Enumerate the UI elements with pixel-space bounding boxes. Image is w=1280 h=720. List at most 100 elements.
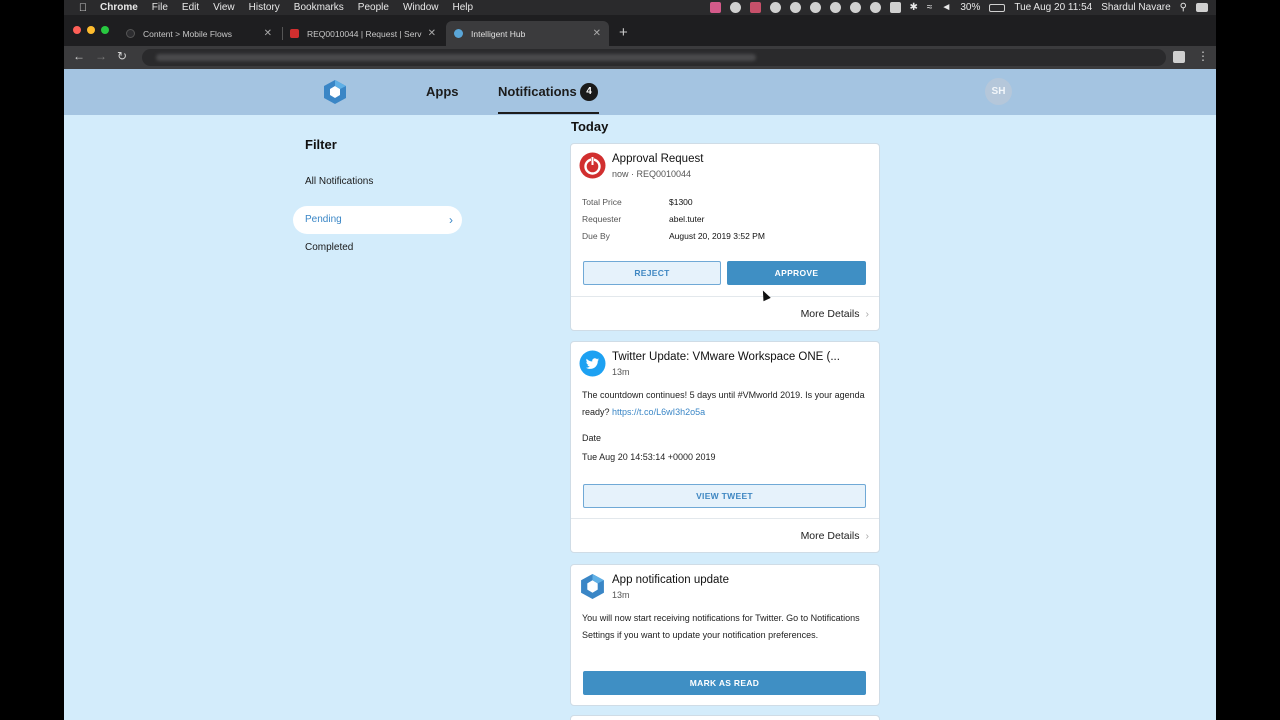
menu-app-name[interactable]: Chrome: [100, 2, 138, 13]
date-label: Date: [582, 433, 602, 443]
tray-app-icon[interactable]: [769, 2, 781, 13]
workspace-one-logo-icon: [581, 574, 604, 599]
tab-title: REQ0010044 | Request | ServiceNow: [307, 28, 422, 39]
status-tray: ✱ ≈ ◄ 30% Tue Aug 20 11:54 Shardul Navar…: [709, 2, 1216, 13]
section-today-heading: Today: [571, 119, 609, 134]
menu-help[interactable]: Help: [453, 2, 474, 13]
field-value: $1300: [669, 197, 693, 207]
back-icon[interactable]: ←: [73, 49, 85, 63]
notification-text: You will now start receiving notificatio…: [582, 613, 860, 640]
time-machine-icon[interactable]: [869, 2, 881, 13]
forward-icon[interactable]: →: [95, 49, 107, 63]
close-tab-icon[interactable]: ✕: [264, 28, 272, 39]
address-bar[interactable]: [142, 49, 1166, 66]
reject-button[interactable]: REJECT: [583, 261, 721, 285]
tray-app-icon[interactable]: [749, 2, 761, 13]
more-details-label: More Details: [800, 308, 860, 320]
close-tab-icon[interactable]: ✕: [428, 28, 436, 39]
extension-icon[interactable]: [1173, 51, 1185, 63]
more-details-label: More Details: [800, 530, 860, 542]
filter-completed[interactable]: Completed: [293, 234, 462, 262]
field-label: Requester: [582, 214, 622, 224]
volume-icon[interactable]: ◄: [941, 2, 951, 13]
tray-app-icon[interactable]: [829, 2, 841, 13]
tray-app-icon[interactable]: [789, 2, 801, 13]
tab-intelligent-hub[interactable]: Intelligent Hub ✕: [446, 21, 609, 46]
apple-icon[interactable]: : [76, 2, 90, 14]
battery-icon[interactable]: [989, 3, 1006, 12]
field-label: Due By: [582, 231, 610, 241]
tab-title: Content > Mobile Flows: [143, 28, 233, 39]
user-avatar[interactable]: SH: [985, 78, 1012, 105]
tray-app-icon[interactable]: [709, 2, 721, 13]
workspace-one-logo-icon[interactable]: [322, 79, 348, 105]
tab-apps[interactable]: Apps: [426, 84, 459, 99]
close-tab-icon[interactable]: ✕: [593, 28, 601, 39]
menu-people[interactable]: People: [358, 2, 389, 13]
mac-menu-bar:  Chrome File Edit View History Bookmark…: [64, 0, 1216, 15]
menu-clock[interactable]: Tue Aug 20 11:54: [1014, 2, 1092, 13]
card-title: App notification update: [612, 574, 730, 586]
tab-notifications[interactable]: Notifications: [498, 84, 577, 99]
app-notification-card: App notification update 13m You will now…: [570, 564, 880, 706]
menu-bookmarks[interactable]: Bookmarks: [294, 2, 344, 13]
browser-menu-icon[interactable]: ⋮: [1197, 49, 1209, 63]
filter-heading: Filter: [305, 137, 337, 152]
approve-button[interactable]: APPROVE: [727, 261, 866, 285]
menu-view[interactable]: View: [213, 2, 235, 13]
tab-mobile-flows[interactable]: Content > Mobile Flows ✕: [118, 21, 280, 46]
filter-pending[interactable]: Pending ›: [293, 206, 462, 234]
twitter-bird-icon: [579, 350, 606, 377]
close-window-icon[interactable]: [73, 26, 81, 34]
tray-app-icon[interactable]: [729, 2, 741, 13]
bluetooth-icon[interactable]: ✱: [910, 2, 918, 13]
more-details-link[interactable]: More Details ›: [801, 530, 869, 542]
field-value: abel.tuter: [669, 214, 705, 224]
hub-favicon-icon: [454, 29, 463, 38]
tray-app-icon[interactable]: [809, 2, 821, 13]
menu-edit[interactable]: Edit: [182, 2, 199, 13]
wifi-icon[interactable]: ≈: [927, 2, 933, 13]
date-value: Tue Aug 20 14:53:14 +0000 2019: [582, 452, 716, 462]
menu-user[interactable]: Shardul Navare: [1101, 2, 1170, 13]
view-tweet-button[interactable]: VIEW TWEET: [583, 484, 866, 508]
filter-item-label: Pending: [305, 214, 342, 225]
twitter-update-card: Twitter Update: VMware Workspace ONE (..…: [570, 341, 880, 553]
chevron-right-icon: ›: [449, 213, 453, 227]
menu-file[interactable]: File: [152, 2, 168, 13]
notification-center-icon[interactable]: [1196, 3, 1208, 12]
card-title: Approval Request: [612, 153, 704, 165]
tray-app-icon[interactable]: [849, 2, 861, 13]
blurred-url: [156, 54, 756, 62]
minimize-window-icon[interactable]: [87, 26, 95, 34]
browser-toolbar: ← → ↻ ⋮: [64, 46, 1216, 69]
card-title: Twitter Update: VMware Workspace ONE (..…: [612, 351, 840, 363]
tweet-text: The countdown continues! 5 days until #V…: [582, 387, 870, 421]
menu-history[interactable]: History: [249, 2, 280, 13]
menu-window[interactable]: Window: [403, 2, 439, 13]
tab-servicenow-request[interactable]: REQ0010044 | Request | ServiceNow ✕: [282, 21, 444, 46]
battery-percent[interactable]: 30%: [960, 2, 980, 13]
card-subtitle: now · REQ0010044: [612, 169, 692, 179]
new-tab-icon[interactable]: +: [619, 24, 628, 41]
more-details-link[interactable]: More Details ›: [801, 308, 869, 320]
airplay-icon[interactable]: [889, 2, 901, 13]
servicenow-power-icon: [579, 152, 606, 179]
browser-tab-bar: Content > Mobile Flows ✕ REQ0010044 | Re…: [64, 15, 1216, 46]
screen:  Chrome File Edit View History Bookmark…: [0, 0, 1280, 720]
filter-item-label: All Notifications: [305, 176, 374, 187]
maximize-window-icon[interactable]: [101, 26, 109, 34]
mark-as-read-button[interactable]: MARK AS READ: [583, 671, 866, 695]
card-time: 13m: [612, 367, 630, 377]
notification-count-badge: 4: [580, 83, 598, 101]
intelligent-hub-page: Apps Notifications 4 SH Filter All Notif…: [64, 69, 1216, 720]
field-label: Total Price: [582, 197, 622, 207]
reload-icon[interactable]: ↻: [117, 49, 127, 63]
tweet-link[interactable]: https://t.co/L6wI3h2o5a: [612, 407, 705, 417]
filter-all-notifications[interactable]: All Notifications: [293, 168, 462, 196]
card-time: 13m: [612, 590, 630, 600]
chevron-right-icon: ›: [865, 530, 870, 542]
servicenow-favicon-icon: [290, 29, 299, 38]
card-divider: [571, 518, 879, 519]
spotlight-icon[interactable]: ⚲: [1180, 2, 1187, 13]
